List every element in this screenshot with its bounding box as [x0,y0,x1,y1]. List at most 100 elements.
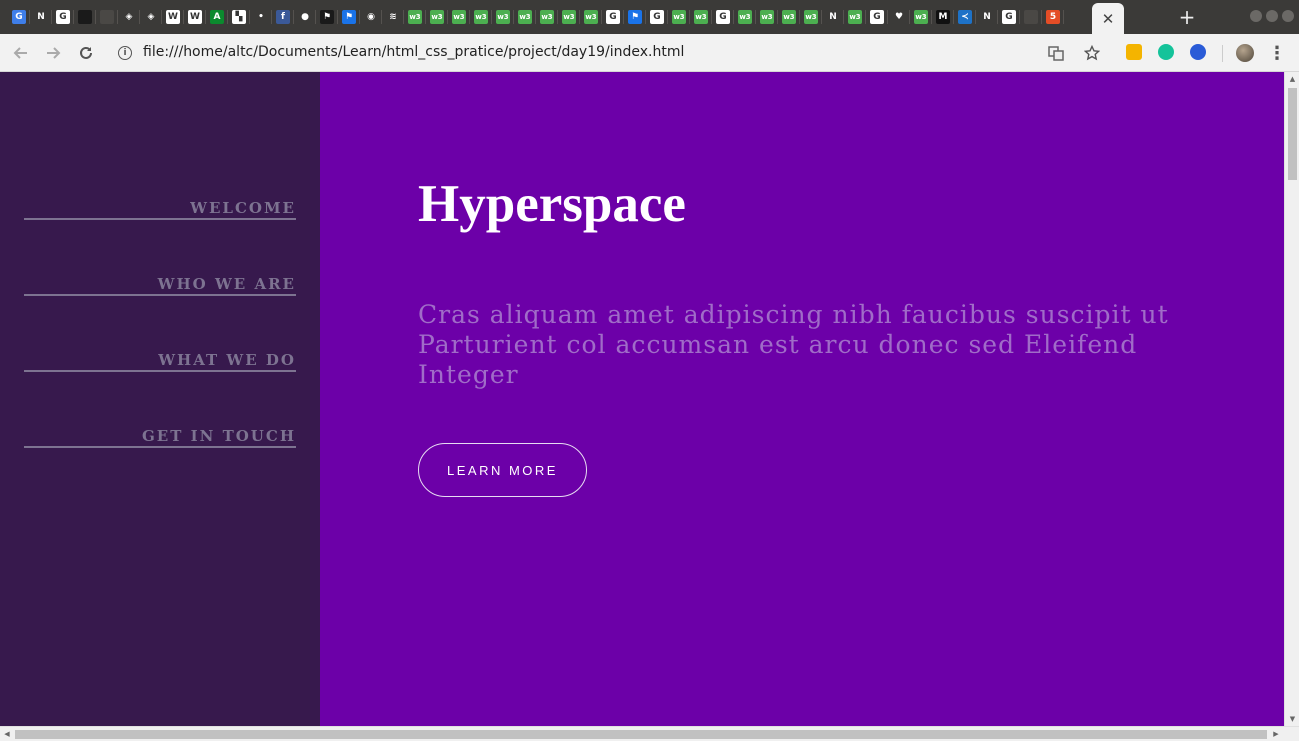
n-tab-icon: N [826,10,840,24]
browser-tab[interactable]: ● [294,5,316,29]
active-tab[interactable]: ✕ [1092,3,1124,34]
browser-tab[interactable]: w3 [404,5,426,29]
scroll-left-icon[interactable]: ◀ [2,729,12,739]
browser-tab[interactable]: ≋ [382,5,404,29]
browser-tab[interactable]: ◈ [140,5,162,29]
browser-tab[interactable] [96,5,118,29]
nav-what-we-do[interactable]: WHAT WE DO [24,351,296,372]
browser-tab[interactable]: w3 [558,5,580,29]
browser-tab[interactable]: w3 [448,5,470,29]
browser-tab[interactable]: w3 [910,5,932,29]
nav-welcome[interactable]: WELCOME [24,199,296,220]
browser-tab[interactable]: w3 [668,5,690,29]
browser-tab[interactable]: ◉ [360,5,382,29]
new-tab-button[interactable]: + [1176,5,1198,29]
w3-icon: w3 [914,10,928,24]
browser-tab[interactable]: ⚑ [624,5,646,29]
browser-tab[interactable]: G [8,5,30,29]
vertical-scrollbar[interactable]: ▲ ▼ [1284,72,1299,726]
w3-icon: w3 [474,10,488,24]
browser-menu-icon[interactable]: ⋮ [1268,42,1286,64]
browser-tab[interactable]: ≺ [954,5,976,29]
blank-page-icon [100,10,114,24]
browser-tab[interactable]: w3 [536,5,558,29]
w3-icon: w3 [760,10,774,24]
back-button[interactable] [10,42,32,64]
browser-tab[interactable]: ⚑ [338,5,360,29]
browser-tab[interactable]: G [602,5,624,29]
close-window-icon[interactable] [1282,10,1294,22]
forward-button[interactable] [42,42,64,64]
w3-icon: w3 [408,10,422,24]
medium-icon: M [936,10,950,24]
horizontal-scroll-thumb[interactable] [15,730,1267,739]
star-icon [1084,45,1100,61]
page-title: Hyperspace [418,175,686,233]
close-tab-icon[interactable]: ✕ [1102,10,1115,28]
scroll-up-icon[interactable]: ▲ [1288,74,1297,84]
blank-page-icon [1024,10,1038,24]
google-icon: G [650,10,664,24]
bookmark-button[interactable] [1081,42,1103,64]
minimize-window-icon[interactable] [1250,10,1262,22]
translate-button[interactable] [1045,42,1067,64]
vertical-scroll-thumb[interactable] [1288,88,1297,180]
browser-tab[interactable] [1020,5,1042,29]
browser-tab[interactable]: w3 [514,5,536,29]
browser-tab[interactable]: G [712,5,734,29]
browser-tab[interactable]: w3 [470,5,492,29]
nav-get-in-touch[interactable]: GET IN TOUCH [24,427,296,448]
browser-tab[interactable]: W [162,5,184,29]
learn-more-button[interactable]: LEARN MORE [418,443,587,497]
w3-icon: w3 [518,10,532,24]
maximize-window-icon[interactable] [1266,10,1278,22]
browser-tab[interactable]: w3 [492,5,514,29]
browser-tab[interactable]: w3 [844,5,866,29]
profile-avatar[interactable] [1236,44,1254,62]
browser-tab[interactable]: f [272,5,294,29]
w3-icon: w3 [584,10,598,24]
browser-tab[interactable]: G [866,5,888,29]
browser-tab[interactable]: N [822,5,844,29]
browser-tab[interactable]: w3 [426,5,448,29]
browser-tab[interactable]: N [976,5,998,29]
browser-tab[interactable]: ▚ [228,5,250,29]
address-bar[interactable]: file:///home/altc/Documents/Learn/html_c… [143,44,684,60]
browser-tab[interactable]: N [30,5,52,29]
site-info-icon[interactable]: i [118,46,132,60]
reload-button[interactable] [75,42,97,64]
browser-tab[interactable]: ◈ [118,5,140,29]
browser-tab[interactable]: w3 [778,5,800,29]
browser-tab[interactable]: A [206,5,228,29]
browser-tab[interactable]: w3 [734,5,756,29]
flag-blue-icon: ⚑ [628,10,642,24]
scroll-down-icon[interactable]: ▼ [1288,714,1297,724]
browser-tab[interactable]: G [646,5,668,29]
scroll-right-icon[interactable]: ▶ [1271,729,1281,739]
browser-tab[interactable] [74,5,96,29]
browser-tab[interactable]: 5 [1042,5,1064,29]
p-extension-icon[interactable] [1190,44,1206,60]
browser-tab[interactable]: G [52,5,74,29]
stack-icon: ≋ [386,10,400,24]
horizontal-scrollbar[interactable]: ◀ ▶ [0,726,1299,741]
sticky-notes-extension-icon[interactable] [1126,44,1142,60]
circle-icon: ◉ [364,10,378,24]
browser-tab[interactable]: W [184,5,206,29]
browser-tab[interactable]: w3 [690,5,712,29]
browser-tab[interactable]: ⚑ [316,5,338,29]
google-icon: G [1002,10,1016,24]
n-tab-icon: N [34,10,48,24]
nav-who-we-are[interactable]: WHO WE ARE [24,275,296,296]
vscode-icon: ≺ [958,10,972,24]
w3-icon: w3 [782,10,796,24]
green-a-icon: A [210,10,224,24]
browser-tab[interactable]: G [998,5,1020,29]
browser-tab[interactable]: w3 [800,5,822,29]
grammarly-extension-icon[interactable] [1158,44,1174,60]
browser-tab[interactable]: w3 [756,5,778,29]
browser-tab[interactable]: M [932,5,954,29]
browser-tab[interactable]: w3 [580,5,602,29]
browser-tab[interactable]: ♥ [888,5,910,29]
browser-tab[interactable]: • [250,5,272,29]
